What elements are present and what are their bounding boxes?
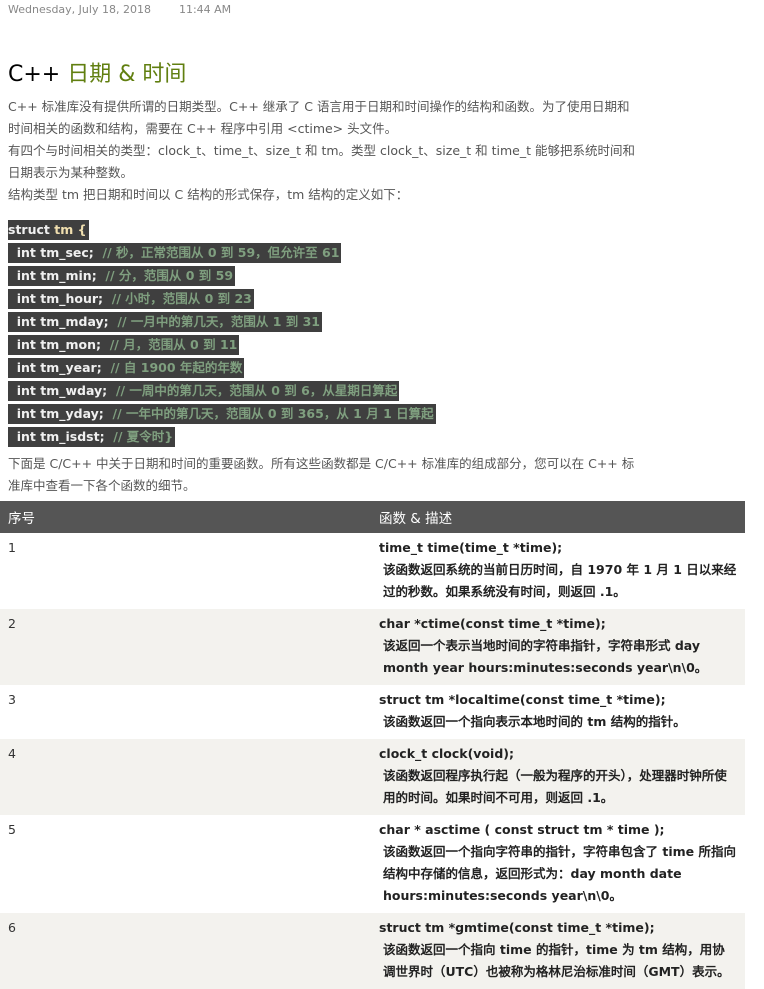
function-signature: struct tm *localtime(const time_t *time)… bbox=[379, 692, 666, 707]
row-index: 2 bbox=[0, 609, 371, 685]
code-line: int tm_sec; // 秒，正常范围从 0 到 59，但允许至 61 bbox=[8, 243, 342, 263]
function-description: 该返回一个表示当地时间的字符串指针，字符串形式 day month year h… bbox=[383, 638, 708, 675]
title-prefix: C++ bbox=[8, 62, 61, 87]
code-comment: // 秒，正常范围从 0 到 59，但允许至 61 bbox=[102, 245, 340, 260]
title-rest: 日期 & 时间 bbox=[67, 62, 187, 87]
function-description: 该函数返回一个指向 time 的指针，time 为 tm 结构，用协调世界时（U… bbox=[383, 942, 730, 979]
function-signature: struct tm *gmtime(const time_t *time); bbox=[379, 920, 655, 935]
row-index: 5 bbox=[8, 822, 16, 837]
row-index: 6 bbox=[0, 913, 371, 989]
header-function: 函数 & 描述 bbox=[371, 501, 745, 533]
intro-paragraph-3: 结构类型 tm 把日期和时间以 C 结构的形式保存，tm 结构的定义如下： bbox=[8, 187, 409, 202]
table-row: 1 time_t time(time_t *time); 该函数返回系统的当前日历时… bbox=[0, 533, 745, 609]
code-line: int tm_isdst; // 夏令时} bbox=[8, 427, 176, 447]
code-decl: int tm_wday; bbox=[16, 383, 108, 398]
table-row: 4 clock_t clock(void); 该函数返回程序执行起（一般为程序的开头… bbox=[0, 739, 745, 815]
functions-table: 序号 函数 & 描述 1 time_t time(time_t *time); 该函数… bbox=[0, 501, 745, 989]
code-comment: // 分，范围从 0 到 59 bbox=[105, 268, 234, 283]
code-line: int tm_wday; // 一周中的第几天，范围从 0 到 6，从星期日算起 bbox=[8, 381, 400, 401]
code-comment: // 一周中的第几天，范围从 0 到 6，从星期日算起 bbox=[115, 383, 398, 398]
outro-paragraph: 下面是 C/C++ 中关于日期和时间的重要函数。所有这些函数都是 C/C++ 标… bbox=[8, 456, 635, 493]
table-row: 6 struct tm *gmtime(const time_t *time); 该… bbox=[0, 913, 745, 989]
function-signature: clock_t clock(void); bbox=[379, 746, 514, 761]
code-keyword: struct bbox=[8, 222, 50, 237]
table-row: 5 char * asctime ( const struct tm * time… bbox=[0, 815, 745, 913]
table-row: 2 char *ctime(const time_t *time); 该返回一个表示… bbox=[0, 609, 745, 685]
code-comment: // 月，范围从 0 到 11 bbox=[109, 337, 238, 352]
post-time: 11:44 AM bbox=[178, 3, 232, 16]
code-comment: // 小时，范围从 0 到 23 bbox=[111, 291, 252, 306]
function-description: 该函数返回程序执行起（一般为程序的开头），处理器时钟所使用的时间。如果时间不可用… bbox=[383, 768, 727, 805]
code-line: int tm_hour; // 小时，范围从 0 到 23 bbox=[8, 289, 254, 309]
post-meta: Wednesday, July 18, 2018 11:44 AM bbox=[8, 3, 259, 16]
page-title: C++ 日期 & 时间 bbox=[8, 56, 186, 88]
row-index: 3 bbox=[8, 692, 16, 707]
code-decl: int tm_yday; bbox=[16, 406, 104, 421]
row-index: 1 bbox=[8, 540, 16, 555]
post-date: Wednesday, July 18, 2018 bbox=[8, 3, 151, 16]
code-line: int tm_mday; // 一月中的第几天，范围从 1 到 31 bbox=[8, 312, 323, 332]
code-line: int tm_year; // 自 1900 年起的年数 bbox=[8, 358, 245, 378]
function-signature: char *ctime(const time_t *time); bbox=[379, 616, 606, 631]
code-comment: // 自 1900 年起的年数 bbox=[110, 360, 243, 375]
code-type: tm bbox=[54, 222, 74, 237]
code-decl: int tm_min; bbox=[16, 268, 97, 283]
code-block: struct tm { int tm_sec; // 秒，正常范围从 0 到 5… bbox=[8, 218, 436, 447]
table-row: 3 struct tm *localtime(const time_t *time… bbox=[0, 685, 745, 739]
function-signature: char * asctime ( const struct tm * time … bbox=[379, 822, 665, 837]
code-decl: int tm_year; bbox=[16, 360, 102, 375]
intro-paragraph-1: C++ 标准库没有提供所谓的日期类型。C++ 继承了 C 语言用于日期和时间操作… bbox=[8, 99, 630, 136]
code-line: int tm_yday; // 一年中的第几天，范围从 0 到 365，从 1 … bbox=[8, 404, 436, 424]
function-description: 该函数返回一个指向字符串的指针，字符串包含了 time 所指向结构中存储的信息，… bbox=[383, 844, 736, 903]
function-signature: time_t time(time_t *time); bbox=[379, 540, 563, 555]
row-index: 4 bbox=[0, 739, 371, 815]
code-comment: // 一年中的第几天，范围从 0 到 365，从 1 月 1 日算起 bbox=[112, 406, 434, 421]
header-index: 序号 bbox=[0, 501, 371, 533]
function-description: 该函数返回系统的当前日历时间，自 1970 年 1 月 1 日以来经过的秒数。如… bbox=[383, 562, 737, 599]
code-comment: // 一月中的第几天，范围从 1 到 31 bbox=[117, 314, 321, 329]
code-line: int tm_min; // 分，范围从 0 到 59 bbox=[8, 266, 236, 286]
code-decl: int tm_mday; bbox=[16, 314, 109, 329]
code-decl: int tm_mon; bbox=[16, 337, 101, 352]
code-brace: { bbox=[73, 222, 87, 237]
code-decl: int tm_sec; bbox=[16, 245, 94, 260]
code-decl: int tm_isdst; bbox=[16, 429, 105, 444]
intro-paragraph-2: 有四个与时间相关的类型：clock_t、time_t、size_t 和 tm。类… bbox=[8, 143, 635, 180]
code-line: int tm_mon; // 月，范围从 0 到 11 bbox=[8, 335, 240, 355]
code-comment: // 夏令时} bbox=[113, 429, 174, 444]
code-decl: int tm_hour; bbox=[16, 291, 104, 306]
function-description: 该函数返回一个指向表示本地时间的 tm 结构的指针。 bbox=[383, 714, 686, 729]
